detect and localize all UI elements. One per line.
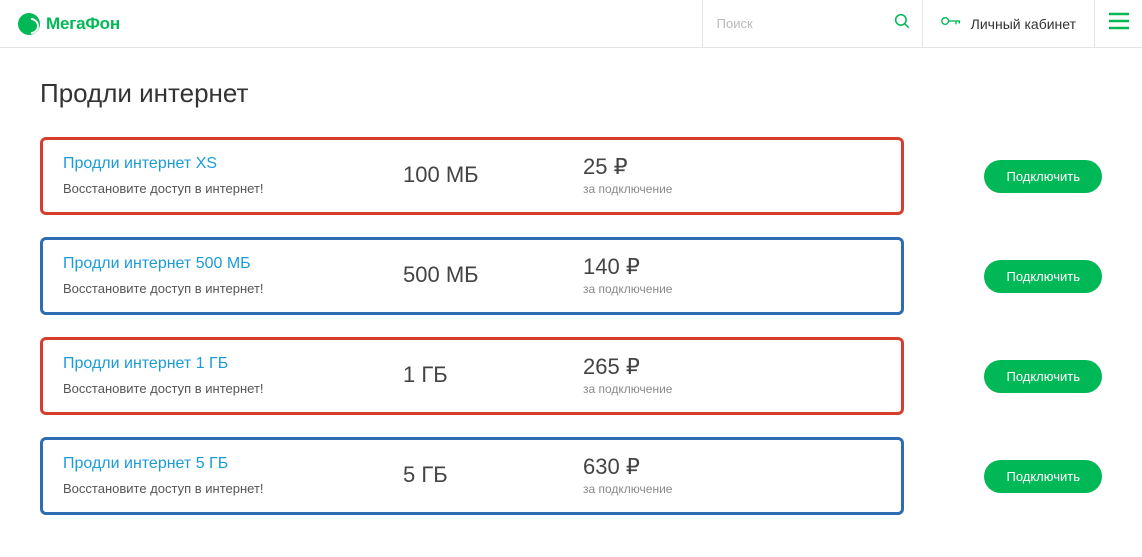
plan-description: Восстановите доступ в интернет! bbox=[63, 281, 403, 296]
connect-button[interactable]: Подключить bbox=[984, 160, 1102, 193]
plan-name-link[interactable]: Продли интернет XS bbox=[63, 155, 217, 172]
search-box bbox=[702, 0, 922, 48]
cabinet-label: Личный кабинет bbox=[971, 16, 1076, 32]
plan-name-link[interactable]: Продли интернет 1 ГБ bbox=[63, 355, 228, 372]
key-icon bbox=[941, 14, 961, 33]
connect-button[interactable]: Подключить bbox=[984, 460, 1102, 493]
menu-button[interactable] bbox=[1094, 0, 1142, 48]
page-title: Продли интернет bbox=[40, 78, 1102, 109]
plan-volume: 500 МБ bbox=[403, 262, 583, 288]
personal-cabinet-link[interactable]: Личный кабинет bbox=[922, 0, 1094, 48]
plan-price-note: за подключение bbox=[583, 282, 672, 296]
plan-price-note: за подключение bbox=[583, 182, 672, 196]
plan-description: Восстановите доступ в интернет! bbox=[63, 481, 403, 496]
plan-description: Восстановите доступ в интернет! bbox=[63, 381, 403, 396]
hamburger-icon bbox=[1108, 12, 1130, 35]
plan-card: Продли интернет 500 МБ Восстановите досту… bbox=[40, 237, 904, 315]
plan-price: 265 ₽ bbox=[583, 354, 672, 380]
plan-volume: 100 МБ bbox=[403, 162, 583, 188]
plan-name-link[interactable]: Продли интернет 500 МБ bbox=[63, 255, 251, 272]
plan-row: Продли интернет XS Восстановите доступ в … bbox=[40, 137, 1102, 215]
plan-price-note: за подключение bbox=[583, 482, 672, 496]
plan-price-note: за подключение bbox=[583, 382, 672, 396]
plan-name-link[interactable]: Продли интернет 5 ГБ bbox=[63, 455, 228, 472]
search-icon[interactable] bbox=[893, 12, 911, 35]
plan-row: Продли интернет 500 МБ Восстановите досту… bbox=[40, 237, 1102, 315]
plan-price: 630 ₽ bbox=[583, 454, 672, 480]
content: Продли интернет Продли интернет XS Восста… bbox=[0, 48, 1142, 557]
plans-list: Продли интернет XS Восстановите доступ в … bbox=[40, 137, 1102, 515]
plan-card: Продли интернет XS Восстановите доступ в … bbox=[40, 137, 904, 215]
plan-volume: 1 ГБ bbox=[403, 362, 583, 388]
brand-name: МегаФон bbox=[46, 14, 120, 34]
plan-price: 140 ₽ bbox=[583, 254, 672, 280]
plan-volume: 5 ГБ bbox=[403, 462, 583, 488]
brand-logo[interactable]: МегаФон bbox=[18, 13, 120, 35]
plan-price: 25 ₽ bbox=[583, 154, 672, 180]
plan-card: Продли интернет 1 ГБ Восстановите доступ … bbox=[40, 337, 904, 415]
connect-button[interactable]: Подключить bbox=[984, 360, 1102, 393]
header: МегаФон Личный кабинет bbox=[0, 0, 1142, 48]
megafon-logo-icon bbox=[18, 13, 40, 35]
plan-row: Продли интернет 1 ГБ Восстановите доступ … bbox=[40, 337, 1102, 415]
search-input[interactable] bbox=[717, 16, 893, 31]
plan-description: Восстановите доступ в интернет! bbox=[63, 181, 403, 196]
connect-button[interactable]: Подключить bbox=[984, 260, 1102, 293]
plan-card: Продли интернет 5 ГБ Восстановите доступ … bbox=[40, 437, 904, 515]
plan-row: Продли интернет 5 ГБ Восстановите доступ … bbox=[40, 437, 1102, 515]
